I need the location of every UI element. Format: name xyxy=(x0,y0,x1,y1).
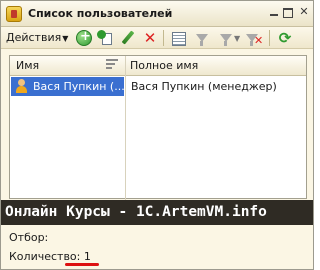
edit-icon[interactable] xyxy=(120,30,136,46)
sort-icon xyxy=(106,59,118,72)
refresh-icon[interactable]: ⟳ xyxy=(277,30,293,46)
list-settings-icon[interactable] xyxy=(171,30,187,46)
title-bar[interactable]: Список пользователей ✕ xyxy=(1,1,313,27)
toolbar: Действия▼ ✕ ▼ ✕ ⟳ xyxy=(1,27,313,49)
table-row[interactable]: Вася Пупкин (... Вася Пупкин (менеджер) xyxy=(10,77,306,96)
filter-off-icon[interactable]: ✕ xyxy=(246,30,263,47)
table-header: Имя Полное имя xyxy=(10,56,306,76)
chevron-down-icon: ▼ xyxy=(234,34,241,43)
column-header-name[interactable]: Имя xyxy=(16,59,39,72)
delete-icon[interactable]: ✕ xyxy=(142,30,158,46)
minimize-button[interactable] xyxy=(267,6,281,20)
toolbar-separator xyxy=(163,30,164,46)
cell-full-name[interactable]: Вася Пупкин (менеджер) xyxy=(131,80,277,93)
maximize-icon xyxy=(283,8,293,18)
cell-name-text: Вася Пупкин (... xyxy=(33,80,125,93)
actions-label: Действия xyxy=(6,31,62,44)
close-button[interactable]: ✕ xyxy=(297,6,311,20)
maximize-button[interactable] xyxy=(281,6,295,20)
column-header-full-name[interactable]: Полное имя xyxy=(130,59,198,72)
users-table[interactable]: Имя Полное имя Вася Пупкин (... Вася Пуп… xyxy=(9,55,307,200)
watermark-banner: Онлайн Курсы - 1C.ArtemVM.info xyxy=(1,200,313,225)
filter-list-icon[interactable]: ▼ xyxy=(218,30,240,46)
add-icon[interactable] xyxy=(76,29,92,46)
chevron-down-icon: ▼ xyxy=(62,34,69,43)
toolbar-separator xyxy=(269,30,270,46)
user-icon xyxy=(15,79,28,93)
user-list-window: Список пользователей ✕ Действия▼ ✕ ▼ ✕ ⟳ xyxy=(0,0,314,270)
filter-label: Отбор: xyxy=(9,231,49,244)
window-title: Список пользователей xyxy=(28,7,173,20)
actions-menu-button[interactable]: Действия▼ xyxy=(6,31,68,44)
filter-icon[interactable] xyxy=(194,30,210,46)
copy-icon[interactable] xyxy=(97,30,113,46)
app-icon xyxy=(6,6,22,22)
cell-name-selected[interactable]: Вася Пупкин (... xyxy=(11,77,125,96)
count-underline-annotation xyxy=(65,263,99,266)
close-icon: ✕ xyxy=(299,5,309,18)
minimize-icon xyxy=(270,14,278,16)
count-label: Количество: 1 xyxy=(9,250,91,263)
